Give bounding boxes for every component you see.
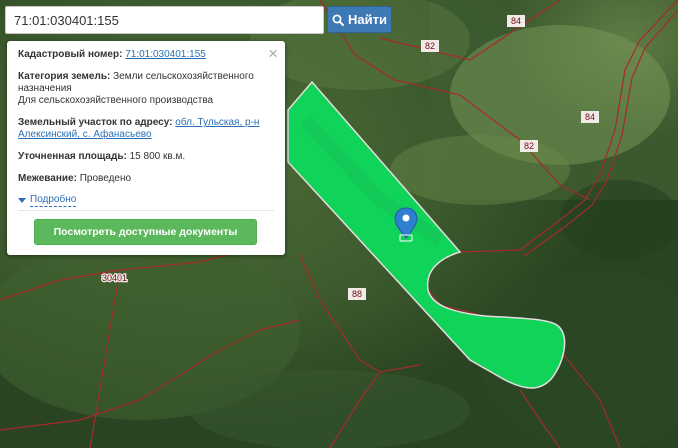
label-82-top: 82 <box>421 40 439 52</box>
svg-text:84: 84 <box>511 16 521 26</box>
address-label: Земельный участок по адресу: <box>18 117 173 128</box>
label-88: 88 <box>348 288 366 300</box>
survey-row: Межевание: Проведено <box>18 173 274 185</box>
svg-text:84: 84 <box>585 112 595 122</box>
search-icon <box>332 14 345 26</box>
label-84-top: 84 <box>507 15 525 27</box>
cadastral-number-label: Кадастровый номер: <box>18 49 123 60</box>
area-value: 15 800 кв.м. <box>129 151 186 162</box>
area-label: Уточненная площадь: <box>18 151 127 162</box>
label-30401: 30401 <box>101 272 129 285</box>
popup-divider <box>18 210 274 211</box>
svg-text:88: 88 <box>352 289 362 299</box>
more-details-toggle[interactable]: Подробно <box>18 194 274 207</box>
cadastral-number-link[interactable]: 71:01:030401:155 <box>125 49 206 60</box>
survey-label: Межевание: <box>18 173 77 184</box>
land-use-value: Для сельскохозяйственного производства <box>18 95 214 106</box>
search-button[interactable]: Найти <box>327 6 392 33</box>
triangle-down-icon <box>18 198 26 203</box>
marker-dot-icon <box>402 214 410 222</box>
label-82-right: 82 <box>520 140 538 152</box>
svg-text:82: 82 <box>425 41 435 51</box>
meadow-patch <box>390 135 570 205</box>
address-row: Земельный участок по адресу: обл. Тульск… <box>18 117 274 141</box>
svg-text:82: 82 <box>524 141 534 151</box>
forest-patch <box>560 180 678 260</box>
view-documents-button[interactable]: Посмотреть доступные документы <box>34 219 257 245</box>
more-details-link[interactable]: Подробно <box>30 194 77 207</box>
cadastral-number-row: Кадастровый номер: 71:01:030401:155 <box>18 49 274 61</box>
forest-patch <box>190 370 470 448</box>
area-row: Уточненная площадь: 15 800 кв.м. <box>18 151 274 163</box>
land-category-label: Категория земель: <box>18 71 111 82</box>
search-button-label: Найти <box>348 12 387 27</box>
land-category-row: Категория земель: Земли сельскохозяйстве… <box>18 71 274 107</box>
close-icon[interactable]: × <box>268 45 278 62</box>
survey-value: Проведено <box>79 173 132 184</box>
svg-text:30401: 30401 <box>102 273 127 283</box>
parcel-info-popup: × Кадастровый номер: 71:01:030401:155 Ка… <box>7 41 285 255</box>
search-input[interactable] <box>5 6 324 34</box>
label-84-right: 84 <box>581 111 599 123</box>
